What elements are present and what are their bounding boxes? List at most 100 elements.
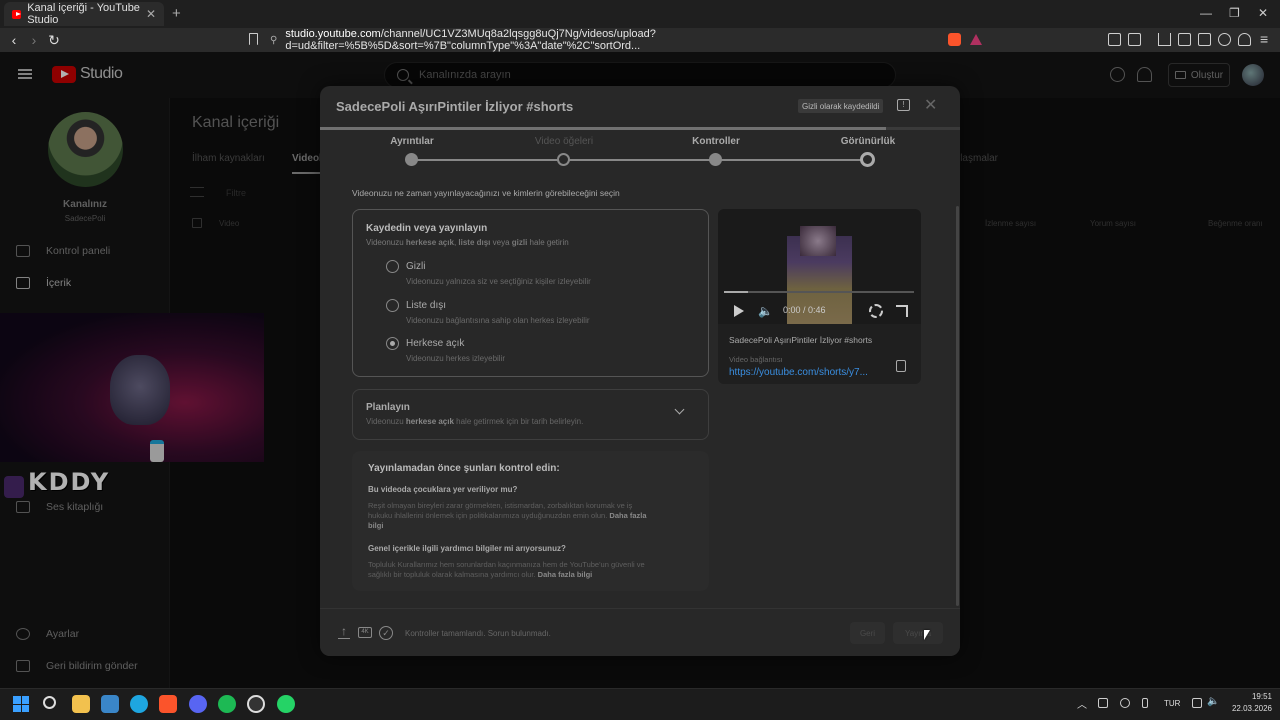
window-close-icon[interactable]: ✕ — [1258, 6, 1268, 20]
url-field[interactable]: ⚲ studio.youtube.com/channel/UC1VZ3MUq8a… — [270, 28, 990, 52]
url-host: studio.youtube.com — [285, 28, 381, 40]
desc-part: hale getirin — [527, 238, 569, 247]
step-video-elements-label[interactable]: Video öğeleri — [504, 136, 624, 147]
upload-dialog: SadecePoli AşırıPintiler İzliyor #shorts… — [320, 86, 960, 656]
minimize-icon[interactable]: — — [1200, 6, 1212, 20]
forward-icon[interactable]: › — [24, 32, 44, 48]
play-icon[interactable] — [734, 305, 744, 317]
back-button[interactable]: Geri — [850, 622, 885, 644]
hd-quality-icon: 4K — [358, 627, 372, 638]
brave-browser-icon[interactable] — [159, 695, 177, 713]
browser-menu-icon[interactable]: ≡ — [1260, 31, 1268, 47]
desc-part: Videonuzu — [366, 417, 406, 426]
download-icon[interactable] — [1158, 33, 1171, 46]
new-tab-button[interactable]: + — [172, 5, 181, 22]
player-time: 0:00 / 0:46 — [783, 305, 826, 315]
dialog-close-icon[interactable]: ✕ — [924, 95, 937, 115]
sidebar-toggle-icon[interactable] — [1178, 33, 1191, 46]
save-or-publish-title: Kaydedin veya yayınlayın — [366, 223, 488, 234]
volume-icon[interactable]: 🔈 — [758, 304, 773, 318]
browser-tab[interactable]: Kanal içeriği - YouTube Studio ✕ — [4, 2, 164, 26]
clock-date[interactable]: 22.03.2026 — [1226, 704, 1272, 713]
bookmark-icon[interactable] — [249, 33, 258, 45]
brave-shields-icon[interactable] — [948, 33, 961, 46]
video-link[interactable]: https://youtube.com/shorts/y7... — [729, 367, 868, 378]
checks-body-children: Reşit olmayan bireyleri zarar görmekten,… — [368, 501, 658, 531]
clock-time[interactable]: 19:51 — [1232, 692, 1272, 701]
desc-part: hale getirmek için bir tarih belirleyin. — [453, 417, 584, 426]
maximize-icon[interactable]: ❐ — [1229, 6, 1240, 20]
publish-button[interactable]: Yayınla — [893, 622, 943, 644]
desc-bold: gizli — [511, 238, 528, 247]
back-icon[interactable]: ‹ — [4, 32, 24, 48]
tab-close-icon[interactable]: ✕ — [146, 7, 156, 21]
speaker-icon[interactable]: 🔈 — [1207, 696, 1219, 707]
player-progress-buffered — [724, 291, 748, 293]
fullscreen-icon[interactable] — [896, 305, 908, 317]
file-explorer-icon[interactable] — [72, 695, 90, 713]
visibility-subtitle: Videonuzu ne zaman yayınlayacağınızı ve … — [352, 188, 620, 198]
copy-icon[interactable] — [896, 360, 906, 372]
desc-bold: liste dışı — [458, 238, 491, 247]
site-info-icon[interactable]: ⚲ — [270, 35, 277, 46]
tray-cloud-icon[interactable] — [1120, 698, 1130, 708]
option-public-label[interactable]: Herkese açık — [406, 338, 464, 349]
wallet-icon[interactable] — [1198, 33, 1211, 46]
save-or-publish-desc: Videonuzu herkese açık, liste dışı veya … — [366, 238, 569, 247]
option-private-label[interactable]: Gizli — [406, 261, 425, 272]
reload-icon[interactable]: ↻ — [44, 32, 64, 49]
schedule-panel[interactable] — [352, 389, 709, 440]
taskbar-search-icon[interactable] — [43, 696, 56, 709]
start-windows-icon[interactable] — [13, 696, 29, 712]
player-progress-bar[interactable] — [724, 291, 914, 293]
spotify-icon[interactable] — [218, 695, 236, 713]
desc-part: veya — [490, 238, 512, 247]
radio-private[interactable] — [386, 260, 399, 273]
tray-app-icon[interactable] — [1098, 698, 1108, 708]
tab-title: Kanal içeriği - YouTube Studio — [27, 2, 140, 26]
player-settings-gear-icon[interactable] — [869, 304, 883, 318]
mouse-cursor — [924, 630, 930, 640]
discord-icon[interactable] — [189, 695, 207, 713]
step-current-dot[interactable] — [860, 152, 875, 167]
schedule-desc: Videonuzu herkese açık hale getirmek içi… — [366, 417, 583, 426]
stepper-line — [564, 159, 716, 161]
store-icon[interactable] — [101, 695, 119, 713]
learn-more-link[interactable]: Daha fazla bilgi — [538, 570, 593, 579]
option-private-desc: Videonuzu yalnızca siz ve seçtiğiniz kiş… — [406, 277, 591, 286]
whatsapp-icon[interactable] — [277, 695, 295, 713]
leo-ai-icon[interactable] — [1218, 33, 1231, 46]
brave-rewards-icon[interactable] — [970, 34, 982, 45]
tray-mic-icon[interactable] — [1142, 698, 1148, 708]
step-visibility-label[interactable]: Görünürlük — [808, 136, 928, 147]
steam-icon[interactable] — [247, 695, 265, 713]
video-link-label: Video bağlantısı — [729, 355, 783, 364]
step-pending-dot[interactable] — [557, 153, 570, 166]
checks-complete-icon: ✓ — [379, 626, 393, 640]
input-language[interactable]: TUR — [1164, 699, 1180, 708]
tray-overflow-icon[interactable]: ︿ — [1077, 696, 1087, 711]
edge-icon[interactable] — [130, 695, 148, 713]
desc-bold: herkese açık — [405, 238, 454, 247]
option-unlisted-label[interactable]: Liste dışı — [406, 300, 446, 311]
vpn-icon[interactable] — [1238, 33, 1251, 46]
youtube-favicon-icon — [12, 9, 22, 19]
option-unlisted-desc: Videonuzu bağlantısına sahip olan herkes… — [406, 316, 590, 325]
radio-unlisted[interactable] — [386, 299, 399, 312]
footer-status: Kontroller tamamlandı. Sorun bulunmadı. — [405, 629, 551, 638]
body-text: Topluluk Kurallarımız hem sorunlardan ka… — [368, 560, 645, 579]
dialog-scrollbar[interactable] — [956, 206, 959, 606]
step-checks-label[interactable]: Kontroller — [656, 136, 776, 147]
option-public-desc: Videonuzu herkes izleyebilir — [406, 354, 506, 363]
schedule-title: Planlayın — [366, 402, 410, 413]
save-or-publish-panel — [352, 209, 709, 377]
stepper-line — [716, 159, 868, 161]
radio-public[interactable] — [386, 337, 399, 350]
extensions-icon[interactable] — [1108, 33, 1121, 46]
step-done-check-icon[interactable] — [405, 153, 418, 166]
screenshot-icon[interactable] — [1128, 33, 1141, 46]
step-done-check-icon[interactable] — [709, 153, 722, 166]
step-details-label[interactable]: Ayrıntılar — [352, 136, 472, 147]
network-icon[interactable] — [1192, 698, 1202, 708]
report-issue-icon[interactable]: ! — [897, 99, 910, 111]
